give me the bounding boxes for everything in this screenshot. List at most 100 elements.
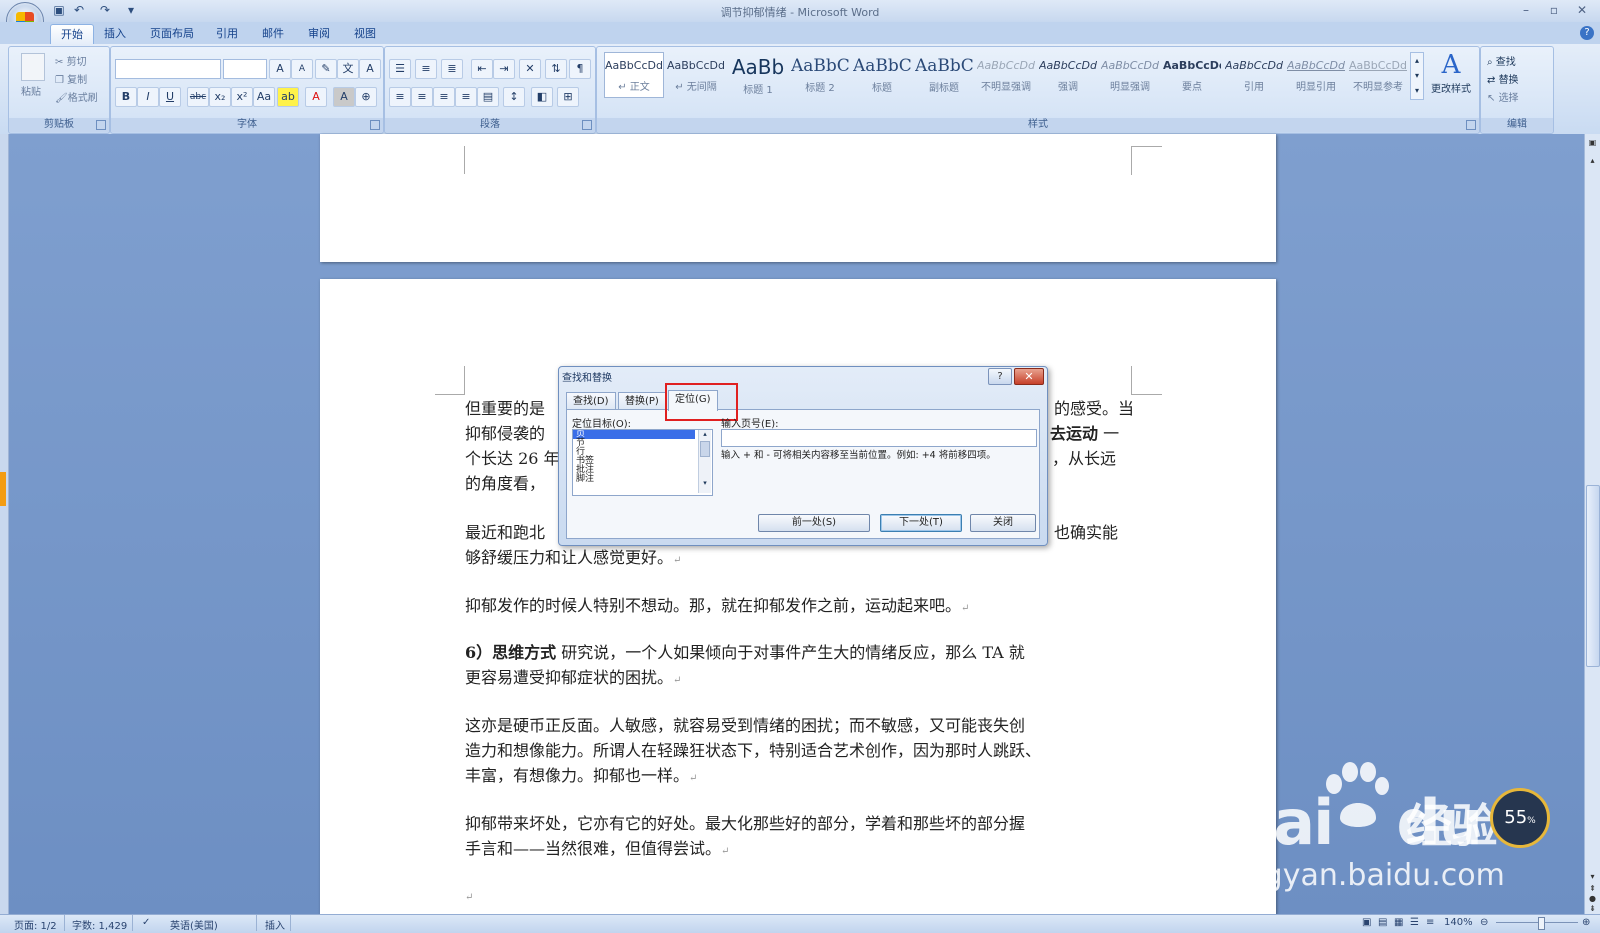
goto-what-list[interactable]: 页 节 行 书签 批注 脚注 (572, 429, 713, 496)
style-emphasis[interactable]: AaBbCcDd 强调 (1038, 52, 1098, 98)
doc-text[interactable]: 的角度看， (465, 471, 565, 496)
borders-icon[interactable]: ⊞ (557, 87, 579, 107)
list-scroll-up-icon[interactable]: ▴ (699, 430, 711, 439)
change-case-button[interactable]: Aa (253, 87, 275, 107)
align-right-icon[interactable]: ≡ (433, 87, 455, 107)
find-button[interactable]: ⌕ 查找 (1487, 53, 1516, 68)
ruler-toggle-icon[interactable]: ▣ (1587, 138, 1598, 149)
doc-text[interactable]: 手言和——当然很难，但值得尝试。↵ (465, 836, 1133, 864)
line-spacing-icon[interactable]: ↕ (503, 87, 525, 107)
multilevel-list-icon[interactable]: ≣ (441, 59, 463, 79)
tab-review[interactable]: 审阅 (298, 24, 340, 44)
list-item[interactable]: 节 (573, 439, 712, 448)
list-item[interactable]: 脚注 (573, 475, 712, 484)
dialog-help-button[interactable]: ? (988, 368, 1012, 385)
zoom-out-icon[interactable]: ⊖ (1480, 917, 1488, 928)
dialog-close-button[interactable]: ✕ (1014, 368, 1044, 385)
list-scroll-down-icon[interactable]: ▾ (699, 479, 711, 488)
sort-icon[interactable]: ⇅ (545, 59, 567, 79)
paste-button[interactable]: 粘贴 (21, 83, 41, 98)
browse-object-icon[interactable]: ● (1587, 894, 1598, 904)
show-marks-icon[interactable]: ¶ (569, 59, 591, 79)
style-subtle-reference[interactable]: AaBbCcDd 不明显参考 (1348, 52, 1408, 98)
distributed-icon[interactable]: ▤ (477, 87, 499, 107)
style-subtle-emphasis[interactable]: AaBbCcDd 不明显强调 (976, 52, 1036, 98)
doc-text[interactable]: ，从长远 (1052, 446, 1142, 471)
style-title[interactable]: AaBbC 标题 (852, 52, 912, 98)
style-quote[interactable]: AaBbCcDd 引用 (1224, 52, 1284, 98)
chinese-layout-icon[interactable]: ✕ (519, 59, 541, 79)
align-left-icon[interactable]: ≡ (389, 87, 411, 107)
doc-text[interactable]: 抑郁发作的时候人特别不想动。那，就在抑郁发作之前，运动起来吧。↵ (465, 593, 1133, 621)
full-screen-icon[interactable]: ▤ (1378, 917, 1387, 928)
tab-page-layout[interactable]: 页面布局 (140, 24, 204, 44)
tab-find[interactable]: 查找(D) (566, 392, 616, 410)
style-heading-1[interactable]: AaBb 标题 1 (728, 52, 788, 98)
scroll-down-icon[interactable]: ▾ (1587, 872, 1598, 883)
maximize-icon[interactable]: ▫ (1542, 2, 1566, 18)
underline-button[interactable]: U (159, 87, 181, 107)
font-launcher-icon[interactable] (370, 120, 380, 130)
bold-button[interactable]: B (115, 87, 137, 107)
select-button[interactable]: ↖ 选择 (1487, 89, 1519, 104)
highlight-icon[interactable]: ab (277, 87, 299, 107)
language-indicator[interactable]: 英语(美国) (170, 917, 218, 932)
style-intense-quote[interactable]: AaBbCcDd 明显引用 (1286, 52, 1346, 98)
align-center-icon[interactable]: ≡ (411, 87, 433, 107)
zoom-slider[interactable] (1496, 922, 1578, 923)
list-scrollbar[interactable]: ▴ ▾ (698, 430, 711, 493)
tab-references[interactable]: 引用 (206, 24, 248, 44)
style-heading-2[interactable]: AaBbC 标题 2 (790, 52, 850, 98)
font-color-button[interactable]: A (305, 87, 327, 107)
window-close-icon[interactable]: ✕ (1570, 2, 1594, 18)
strikethrough-button[interactable]: abc (187, 87, 209, 107)
style-intense-emphasis[interactable]: AaBbCcDd 明显强调 (1100, 52, 1160, 98)
styles-scroll-icon[interactable]: ▴ ▾ ▾ (1410, 52, 1424, 100)
subscript-button[interactable]: x₂ (209, 87, 231, 107)
shading-icon[interactable]: ◧ (531, 87, 553, 107)
doc-text[interactable]: 最近和跑北 (465, 520, 565, 545)
font-size-combo[interactable] (223, 59, 267, 79)
doc-text[interactable]: 的感受。当 (1054, 396, 1144, 421)
char-border-button[interactable]: A (359, 59, 381, 79)
zoom-level[interactable]: 140% (1444, 917, 1473, 928)
page-number-input[interactable] (721, 429, 1037, 447)
doc-text[interactable]: 这亦是硬币正反面。人敏感，就容易受到情绪的困扰；而不敏感，又可能丧失创 (465, 713, 1133, 738)
numbering-icon[interactable]: ≡ (415, 59, 437, 79)
next-button[interactable]: 下一处(T) (880, 514, 962, 532)
minimize-icon[interactable]: – (1514, 2, 1538, 18)
cut-button[interactable]: ✂ 剪切 (55, 53, 87, 68)
copy-button[interactable]: ❐ 复制 (55, 71, 87, 86)
shrink-font-button[interactable]: A (291, 59, 313, 79)
web-layout-icon[interactable]: ▦ (1394, 917, 1403, 928)
draft-icon[interactable]: ≡ (1426, 917, 1434, 928)
doc-text[interactable]: 去运动 一 (1050, 421, 1150, 446)
clear-format-icon[interactable]: ✎ (315, 59, 337, 79)
doc-text[interactable]: 抑郁带来坏处，它亦有它的好处。最大化那些好的部分，学着和那些坏的部分握 (465, 811, 1133, 836)
doc-text[interactable]: 6）思维方式 研究说，一个人如果倾向于对事件产生大的情绪反应，那么 TA 就 (465, 640, 1133, 665)
font-name-combo[interactable] (115, 59, 221, 79)
word-count[interactable]: 字数: 1,429 (72, 917, 127, 932)
tab-insert[interactable]: 插入 (94, 24, 136, 44)
scroll-thumb[interactable] (1586, 485, 1600, 667)
paragraph-launcher-icon[interactable] (582, 120, 592, 130)
proofing-icon[interactable]: ✓ (142, 917, 150, 928)
tab-home[interactable]: 开始 (50, 24, 94, 45)
clipboard-launcher-icon[interactable] (96, 120, 106, 130)
doc-text[interactable]: 造力和想像能力。所谓人在轻躁狂状态下，特别适合艺术创作，因为那时人跳跃、 (465, 738, 1133, 763)
doc-text[interactable]: 更容易遭受抑郁症状的困扰。↵ (465, 665, 1133, 693)
doc-text[interactable]: 但重要的是 (465, 396, 565, 421)
style-normal[interactable]: AaBbCcDd ↵ 正文 (604, 52, 664, 98)
style-subtitle[interactable]: AaBbC 副标题 (914, 52, 974, 98)
outline-icon[interactable]: ☰ (1410, 917, 1419, 928)
close-button[interactable]: 关闭 (970, 514, 1036, 532)
next-page-icon[interactable]: ⇟ (1587, 904, 1598, 914)
styles-launcher-icon[interactable] (1466, 120, 1476, 130)
increase-indent-icon[interactable]: ⇥ (493, 59, 515, 79)
prev-page-icon[interactable]: ⇞ (1587, 884, 1598, 894)
justify-icon[interactable]: ≡ (455, 87, 477, 107)
bullets-icon[interactable]: ☰ (389, 59, 411, 79)
qat-customize-icon[interactable]: ▾ (124, 3, 138, 17)
doc-text[interactable]: 个长达 26 年 (465, 446, 565, 471)
save-icon[interactable]: ▣ (52, 3, 66, 17)
